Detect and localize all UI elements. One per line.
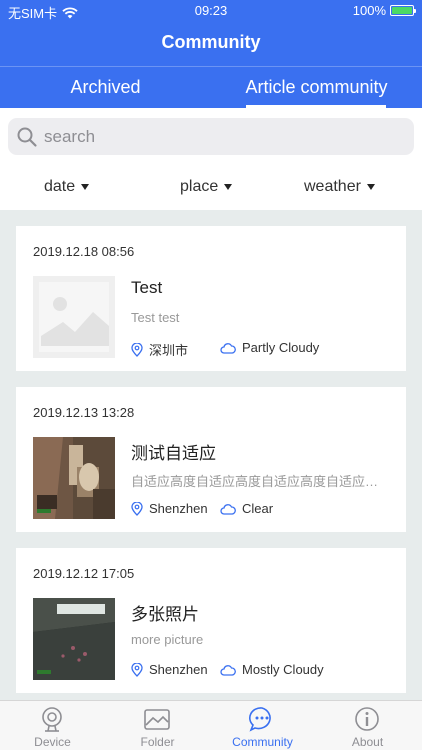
cloud-icon	[220, 342, 236, 354]
article-weather-label: Clear	[242, 501, 274, 516]
article-place: 深圳市	[131, 340, 188, 359]
location-pin-icon	[131, 662, 143, 677]
tabbar-folder-label: Folder	[140, 735, 175, 749]
status-bar: 无SIM卡 09:23 100%	[0, 0, 422, 22]
filter-weather-label: weather	[304, 178, 361, 195]
tabbar-community-label: Community	[232, 735, 293, 749]
article-feed: 2019.12.18 08:56 Test Test test 深圳市 Part…	[0, 210, 422, 700]
article-weather-label: Partly Cloudy	[242, 340, 320, 355]
bottom-tab-bar: Device Folder Community About	[0, 700, 422, 750]
location-pin-icon	[131, 342, 143, 357]
article-title: Test	[131, 278, 163, 297]
tab-article-community[interactable]: Article community	[211, 67, 422, 109]
article-date: 2019.12.12 17:05	[33, 566, 135, 581]
search-icon	[17, 127, 37, 147]
filter-bar: date place weather	[0, 166, 422, 210]
battery-icon	[390, 5, 416, 16]
filter-place-label: place	[180, 178, 219, 195]
article-title: 多张照片	[131, 605, 199, 624]
segment-tabs: Archived Article community	[0, 66, 422, 108]
search-section	[0, 108, 422, 166]
tabbar-about-label: About	[351, 735, 384, 749]
article-photo	[33, 598, 115, 680]
tabbar-device[interactable]: Device	[0, 701, 105, 750]
article-photo	[33, 437, 115, 519]
search-input[interactable]	[44, 126, 384, 147]
filter-date-label: date	[44, 178, 76, 195]
caret-down-icon	[224, 184, 233, 190]
tabbar-folder[interactable]: Folder	[105, 701, 210, 750]
article-place-label: 深圳市	[149, 343, 189, 358]
article-subtitle: Test test	[131, 310, 180, 325]
image-placeholder-icon	[33, 276, 115, 358]
article-date: 2019.12.13 13:28	[33, 405, 135, 420]
article-card[interactable]: 2019.12.18 08:56 Test Test test 深圳市 Part…	[16, 226, 406, 371]
tabbar-device-label: Device	[34, 735, 71, 749]
article-place: Shenzhen	[131, 501, 208, 516]
about-icon	[355, 707, 379, 731]
article-card[interactable]: 2019.12.12 17:05 多张照片 more picture Shenz…	[16, 548, 406, 693]
cloud-icon	[220, 664, 236, 676]
community-icon	[249, 707, 271, 732]
article-weather-label: Mostly Cloudy	[242, 662, 324, 677]
article-subtitle: 自适应高度自适应高度自适应高度自适应高度自适应高度	[131, 474, 389, 489]
filter-weather[interactable]: weather	[304, 178, 375, 196]
article-subtitle: more picture	[131, 632, 204, 647]
search-bar[interactable]	[8, 118, 414, 155]
article-weather: Clear	[220, 501, 273, 516]
page-title: Community	[161, 32, 261, 52]
article-weather: Partly Cloudy	[220, 340, 319, 355]
device-icon	[42, 707, 62, 732]
location-pin-icon	[131, 501, 143, 516]
filter-place[interactable]: place	[180, 178, 233, 196]
caret-down-icon	[366, 184, 375, 190]
article-weather: Mostly Cloudy	[220, 662, 324, 677]
article-place-label: Shenzhen	[149, 662, 208, 677]
article-place-label: Shenzhen	[149, 501, 208, 516]
tab-archived[interactable]: Archived	[0, 67, 211, 109]
folder-icon	[144, 709, 170, 730]
article-date: 2019.12.18 08:56	[33, 244, 135, 259]
tabbar-community[interactable]: Community	[210, 701, 315, 750]
article-card[interactable]: 2019.12.13 13:28 测试自适应 自适应高度自适应高度自适应高度自适…	[16, 387, 406, 532]
article-place: Shenzhen	[131, 662, 208, 677]
tabbar-about[interactable]: About	[315, 701, 420, 750]
cloud-icon	[220, 503, 236, 515]
battery-percent: 100%	[352, 3, 386, 18]
app-header: 无SIM卡 09:23 100% Community Archived Arti…	[0, 0, 422, 108]
article-title: 测试自适应	[131, 444, 216, 463]
caret-down-icon	[81, 184, 90, 190]
filter-date[interactable]: date	[44, 178, 90, 196]
